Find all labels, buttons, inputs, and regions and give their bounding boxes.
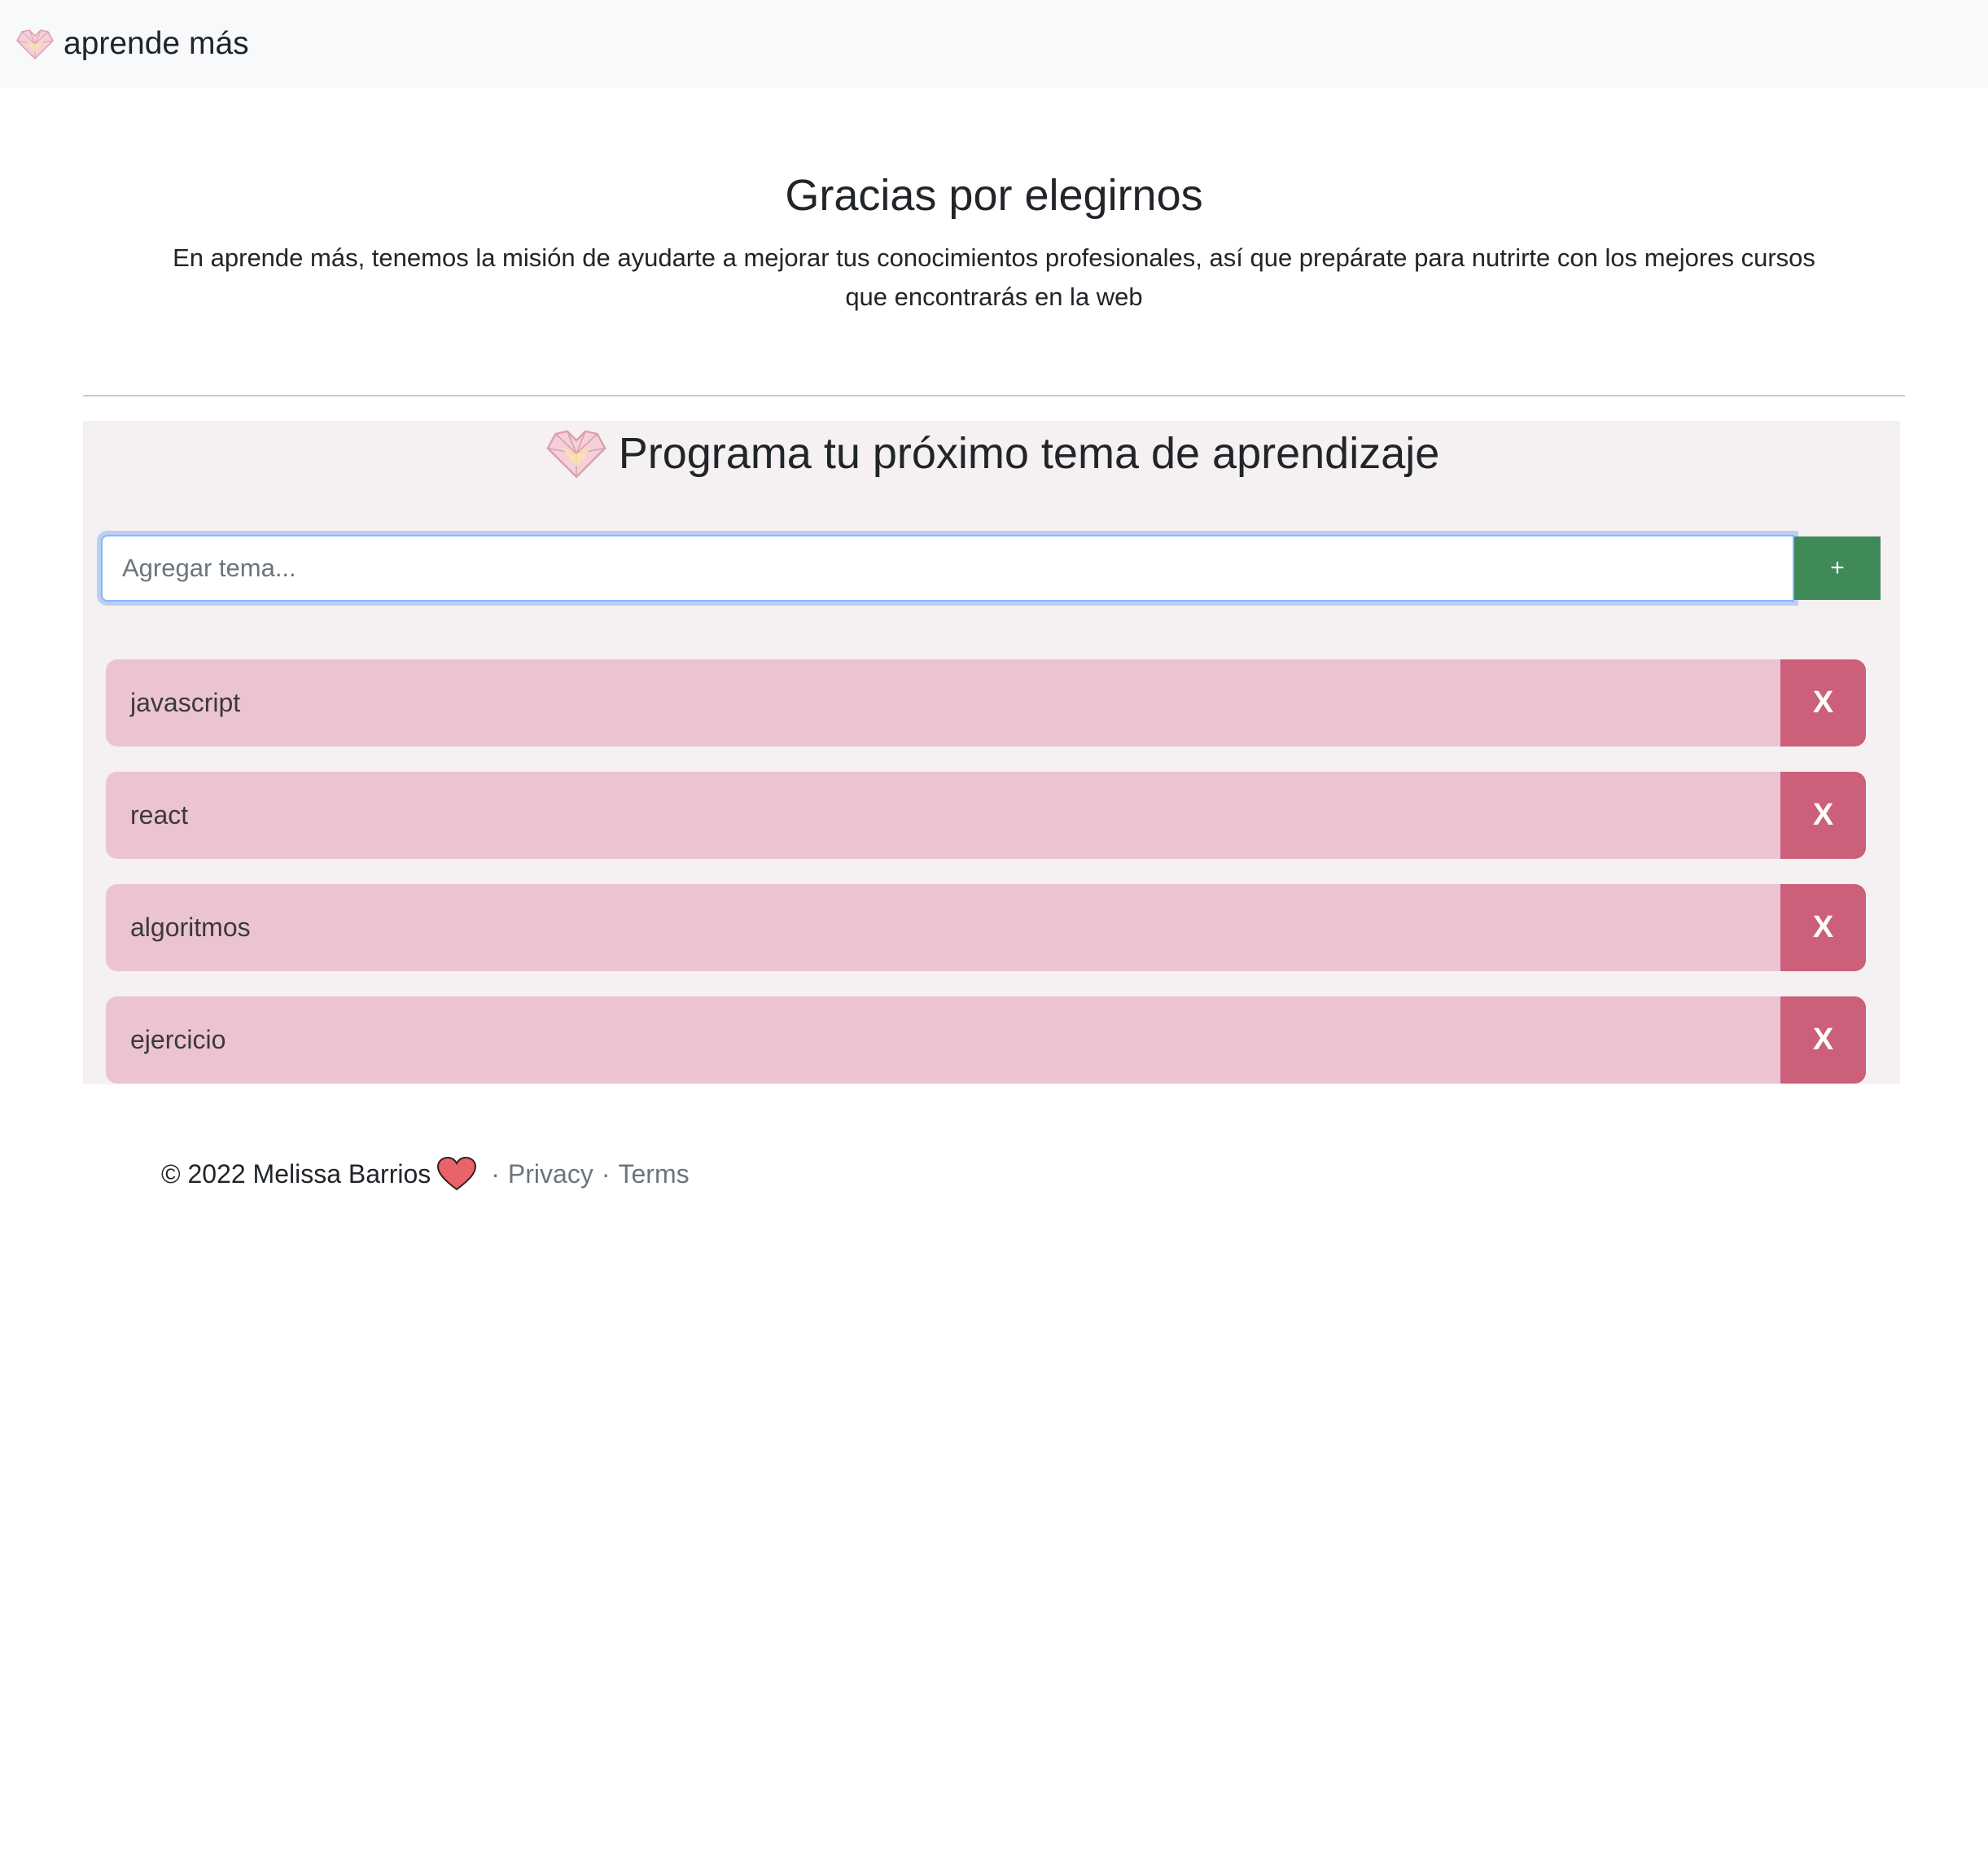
gem-heart-icon — [15, 28, 55, 60]
topic-label: ejercicio — [130, 1024, 226, 1054]
delete-topic-button[interactable]: X — [1780, 659, 1866, 747]
copyright-text: © 2022 Melissa Barrios — [161, 1158, 431, 1189]
planner-header: Programa tu próximo tema de aprendizaje — [83, 421, 1900, 483]
topic-item: javascript X — [106, 659, 1866, 747]
planner-title: Programa tu próximo tema de aprendizaje — [618, 428, 1440, 478]
section-divider — [83, 394, 1905, 396]
topic-item: react X — [106, 771, 1866, 859]
hero-description: En aprende más, tenemos la misión de ayu… — [173, 243, 1815, 311]
add-topic-button[interactable]: + — [1794, 536, 1881, 600]
delete-topic-button[interactable]: X — [1780, 771, 1866, 859]
footer-separator: · — [491, 1158, 500, 1189]
brand-link[interactable]: aprende más — [15, 26, 249, 62]
heart-icon — [436, 1156, 478, 1192]
gem-heart-icon — [544, 426, 609, 481]
delete-topic-button[interactable]: X — [1780, 883, 1866, 971]
topic-item: ejercicio X — [106, 996, 1866, 1084]
brand-label: aprende más — [63, 26, 249, 61]
add-topic-form: + — [101, 534, 1881, 602]
footer: © 2022 Melissa Barrios · Privacy · Terms — [161, 1156, 690, 1192]
navbar: aprende más — [0, 0, 1988, 88]
hero-section: Gracias por elegirnos En aprende más, te… — [0, 88, 1988, 317]
page-title: Gracias por elegirnos — [785, 171, 1203, 220]
terms-link[interactable]: Terms — [618, 1159, 689, 1189]
footer-separator: · — [601, 1158, 611, 1189]
topic-label: javascript — [130, 687, 241, 717]
topic-label: algoritmos — [130, 912, 251, 942]
topic-label: react — [130, 799, 189, 830]
delete-topic-button[interactable]: X — [1780, 996, 1866, 1084]
topic-list: javascript X react X algoritmos X ejerci… — [106, 659, 1866, 1109]
privacy-link[interactable]: Privacy — [508, 1159, 593, 1189]
topic-item: algoritmos X — [106, 883, 1866, 971]
topic-input[interactable] — [101, 534, 1794, 602]
topic-planner: Programa tu próximo tema de aprendizaje … — [83, 420, 1900, 1084]
